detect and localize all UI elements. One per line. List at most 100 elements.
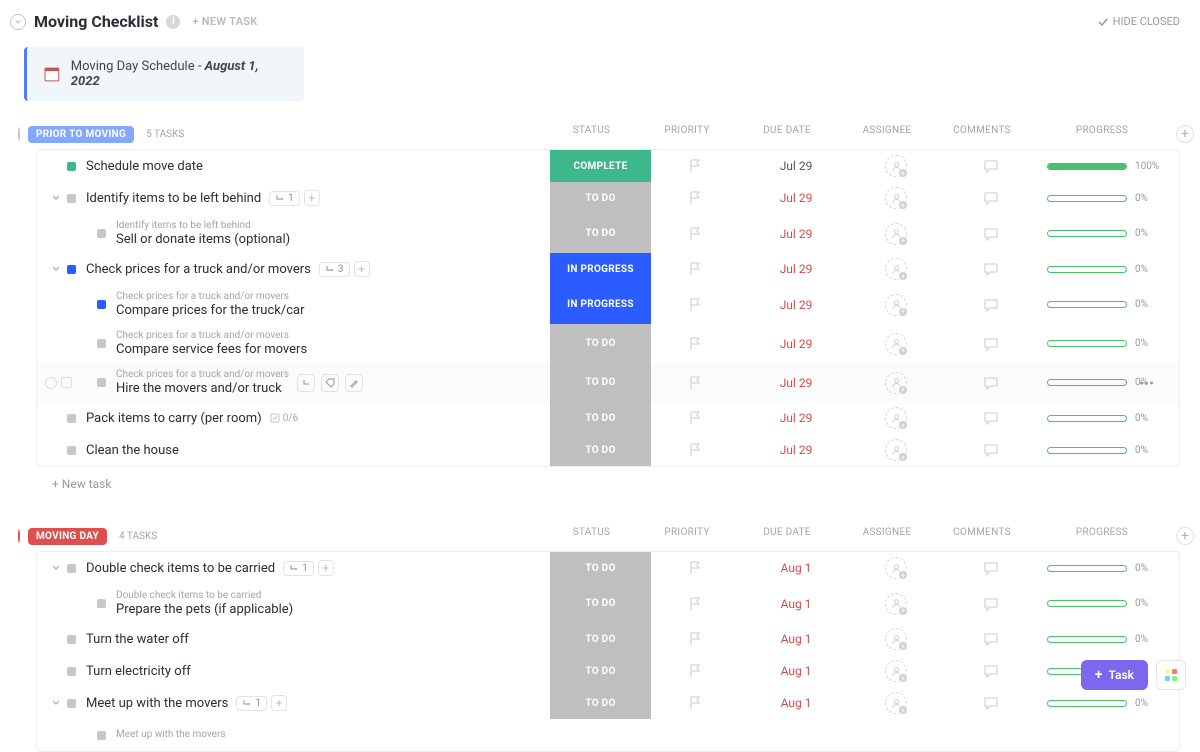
expand-caret-icon[interactable] — [51, 264, 61, 274]
task-name[interactable]: Double check items to be carried — [86, 561, 275, 576]
section-status-pill[interactable]: MOVING DAY — [28, 528, 107, 545]
status-cell[interactable]: TO DO — [550, 363, 651, 402]
assignee-cell[interactable]: + — [851, 552, 941, 584]
fab-apps-button[interactable] — [1156, 660, 1186, 690]
progress-cell[interactable]: 0% — [1041, 253, 1180, 285]
task-row[interactable]: Clean the house TO DO Jul 29 + 0% — [37, 434, 1179, 466]
task-name[interactable]: Clean the house — [86, 443, 179, 458]
status-cell[interactable]: TO DO — [550, 434, 651, 466]
add-column-button[interactable]: + — [1176, 527, 1194, 545]
status-square-icon[interactable] — [97, 731, 106, 740]
due-date-cell[interactable]: Jul 29 — [741, 150, 851, 182]
add-column-button[interactable]: + — [1176, 125, 1194, 143]
assignee-cell[interactable]: + — [851, 434, 941, 466]
column-header-progress[interactable]: PROGRESS — [1032, 527, 1172, 545]
due-date-cell[interactable]: Aug 1 — [741, 687, 851, 719]
status-cell[interactable]: TO DO — [550, 214, 651, 253]
comments-cell[interactable] — [941, 324, 1041, 363]
status-square-icon[interactable] — [67, 667, 76, 676]
task-name[interactable]: Pack items to carry (per room) — [86, 411, 262, 426]
progress-cell[interactable]: 0% — [1041, 434, 1180, 466]
info-icon[interactable]: i — [166, 15, 180, 29]
assignee-cell[interactable]: + — [851, 285, 941, 324]
priority-cell[interactable] — [651, 150, 741, 182]
assignee-cell[interactable]: + — [851, 253, 941, 285]
status-square-icon[interactable] — [67, 414, 76, 423]
add-subtask-button[interactable]: + — [318, 560, 334, 576]
comments-cell[interactable] — [941, 363, 1041, 402]
comments-cell[interactable] — [941, 285, 1041, 324]
column-header-priority[interactable]: PRIORITY — [642, 125, 732, 143]
comments-cell[interactable] — [941, 623, 1041, 655]
column-header-comments[interactable]: COMMENTS — [932, 527, 1032, 545]
due-date-cell[interactable]: Aug 1 — [741, 655, 851, 687]
status-square-icon[interactable] — [67, 162, 76, 171]
due-date-cell[interactable]: Jul 29 — [741, 253, 851, 285]
add-subtask-button[interactable]: + — [354, 261, 370, 277]
status-square-icon[interactable] — [67, 699, 76, 708]
comments-cell[interactable] — [941, 214, 1041, 253]
status-square-icon[interactable] — [97, 378, 106, 387]
progress-cell[interactable]: 0% — [1041, 584, 1180, 623]
fab-new-task-button[interactable]: +Task — [1081, 660, 1148, 690]
status-cell[interactable]: TO DO — [550, 623, 651, 655]
progress-cell[interactable]: 0% — [1041, 182, 1180, 214]
priority-cell[interactable] — [651, 182, 741, 214]
status-cell[interactable]: TO DO — [550, 584, 651, 623]
due-date-cell[interactable]: Aug 1 — [741, 623, 851, 655]
progress-cell[interactable]: 0% — [1041, 285, 1180, 324]
status-square-icon[interactable] — [97, 300, 106, 309]
comments-cell[interactable] — [941, 253, 1041, 285]
section-status-pill[interactable]: PRIOR TO MOVING — [28, 126, 134, 143]
status-cell[interactable]: COMPLETE — [550, 150, 651, 182]
task-name[interactable]: Sell or donate items (optional) — [116, 232, 290, 247]
priority-cell[interactable] — [651, 687, 741, 719]
comments-cell[interactable] — [941, 687, 1041, 719]
subtask-action-icon[interactable] — [297, 374, 315, 392]
task-row[interactable]: Check prices for a truck and/or movers3+… — [37, 253, 1179, 285]
comments-cell[interactable] — [941, 655, 1041, 687]
comments-cell[interactable] — [941, 182, 1041, 214]
status-cell[interactable]: TO DO — [550, 687, 651, 719]
due-date-cell[interactable]: Aug 1 — [741, 584, 851, 623]
status-cell[interactable]: TO DO — [550, 182, 651, 214]
status-cell[interactable]: IN PROGRESS — [550, 253, 651, 285]
task-name[interactable]: Turn the water off — [86, 632, 189, 647]
due-date-cell[interactable]: Jul 29 — [741, 434, 851, 466]
priority-cell[interactable] — [651, 214, 741, 253]
task-row[interactable]: Double check items to be carriedPrepare … — [37, 584, 1179, 623]
assignee-cell[interactable]: + — [851, 150, 941, 182]
due-date-cell[interactable]: Jul 29 — [741, 182, 851, 214]
comments-cell[interactable] — [941, 402, 1041, 434]
status-square-icon[interactable] — [67, 194, 76, 203]
column-header-status[interactable]: STATUS — [541, 527, 642, 545]
due-date-cell[interactable]: Jul 29 — [741, 363, 851, 402]
checklist-badge[interactable]: 0/6 — [270, 413, 298, 424]
new-task-row[interactable]: + New task — [36, 467, 1180, 501]
task-row[interactable]: Check prices for a truck and/or moversCo… — [37, 324, 1179, 363]
column-header-assignee[interactable]: ASSIGNEE — [842, 527, 932, 545]
assignee-cell[interactable]: + — [851, 584, 941, 623]
task-row[interactable]: Meet up with the movers1+ TO DO Aug 1 + … — [37, 687, 1179, 719]
tag-action-icon[interactable] — [321, 374, 339, 392]
new-task-button[interactable]: + NEW TASK — [192, 15, 257, 28]
assignee-cell[interactable]: + — [851, 402, 941, 434]
task-row[interactable]: Turn electricity off TO DO Aug 1 + 0% — [37, 655, 1179, 687]
section-collapse-icon[interactable] — [18, 127, 20, 141]
progress-cell[interactable]: 0% — [1041, 324, 1180, 363]
task-row[interactable]: Double check items to be carried1+ TO DO… — [37, 552, 1179, 584]
task-row[interactable]: Identify items to be left behind1+ TO DO… — [37, 182, 1179, 214]
progress-cell[interactable]: 0% — [1041, 552, 1180, 584]
due-date-cell[interactable]: Jul 29 — [741, 402, 851, 434]
progress-cell[interactable]: 100% — [1041, 150, 1180, 182]
assignee-cell[interactable]: + — [851, 363, 941, 402]
assignee-cell[interactable]: + — [851, 655, 941, 687]
task-name[interactable]: Compare prices for the truck/car — [116, 303, 305, 318]
task-name[interactable]: Schedule move date — [86, 159, 203, 174]
status-square-icon[interactable] — [67, 635, 76, 644]
priority-cell[interactable] — [651, 434, 741, 466]
task-name[interactable]: Compare service fees for movers — [116, 342, 307, 357]
priority-cell[interactable] — [651, 253, 741, 285]
column-header-status[interactable]: STATUS — [541, 125, 642, 143]
hide-closed-button[interactable]: HIDE CLOSED — [1097, 15, 1180, 28]
